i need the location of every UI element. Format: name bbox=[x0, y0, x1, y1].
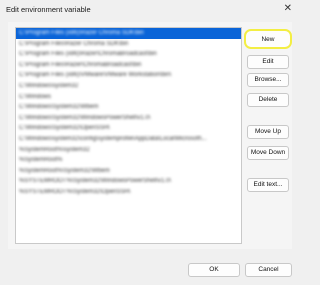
path-item[interactable]: %SYSTEMROOT%\System32\OpenSSH\ bbox=[16, 187, 241, 198]
path-item[interactable]: C:\Program Files\Razer\ChromaBroadcast\b… bbox=[16, 60, 241, 71]
delete-button[interactable]: Delete bbox=[247, 93, 289, 107]
path-item[interactable]: C:\Windows\System32\OpenSSH\ bbox=[16, 123, 241, 134]
path-item[interactable]: C:\Windows\system32 bbox=[16, 81, 241, 92]
path-item[interactable]: %SystemRoot% bbox=[16, 155, 241, 166]
path-item[interactable]: %SystemRoot%\System32\Wbem bbox=[16, 166, 241, 177]
dialog-body: C:\Program Files (x86)\Razer Chroma SDK\… bbox=[8, 22, 292, 249]
close-icon[interactable]: ✕ bbox=[284, 3, 292, 14]
path-item[interactable]: C:\Windows\System32\Wbem bbox=[16, 102, 241, 113]
path-item[interactable]: C:\Program Files\Razer Chroma SDK\bin bbox=[16, 39, 241, 50]
path-list[interactable]: C:\Program Files (x86)\Razer Chroma SDK\… bbox=[15, 27, 242, 244]
new-button[interactable]: New bbox=[244, 29, 292, 49]
path-item[interactable]: C:\Windows bbox=[16, 92, 241, 103]
path-item[interactable]: %SystemRoot%\system32 bbox=[16, 145, 241, 156]
path-item[interactable]: C:\Windows\System32\WindowsPowerShell\v1… bbox=[16, 113, 241, 124]
cancel-button[interactable]: Cancel bbox=[245, 263, 292, 277]
ok-button[interactable]: OK bbox=[188, 263, 240, 277]
path-item[interactable]: C:\Program Files (x86)\VMware\VMware Wor… bbox=[16, 70, 241, 81]
dialog-title: Edit environment variable bbox=[6, 5, 91, 14]
path-item[interactable]: C:\Program Files (x86)\Razer\ChromaBroad… bbox=[16, 49, 241, 60]
edit-text-button[interactable]: Edit text... bbox=[247, 178, 289, 192]
path-item[interactable]: C:\Program Files (x86)\Razer Chroma SDK\… bbox=[16, 28, 241, 39]
path-item[interactable]: %SYSTEMROOT%\System32\WindowsPowerShell\… bbox=[16, 176, 241, 187]
new-button-label: New bbox=[261, 36, 275, 43]
path-item[interactable]: C:\Windows\system32\config\systemprofile… bbox=[16, 134, 241, 145]
edit-button[interactable]: Edit bbox=[247, 55, 289, 69]
browse-button[interactable]: Browse... bbox=[247, 73, 289, 87]
move-up-button[interactable]: Move Up bbox=[247, 125, 289, 139]
move-down-button[interactable]: Move Down bbox=[247, 146, 289, 160]
